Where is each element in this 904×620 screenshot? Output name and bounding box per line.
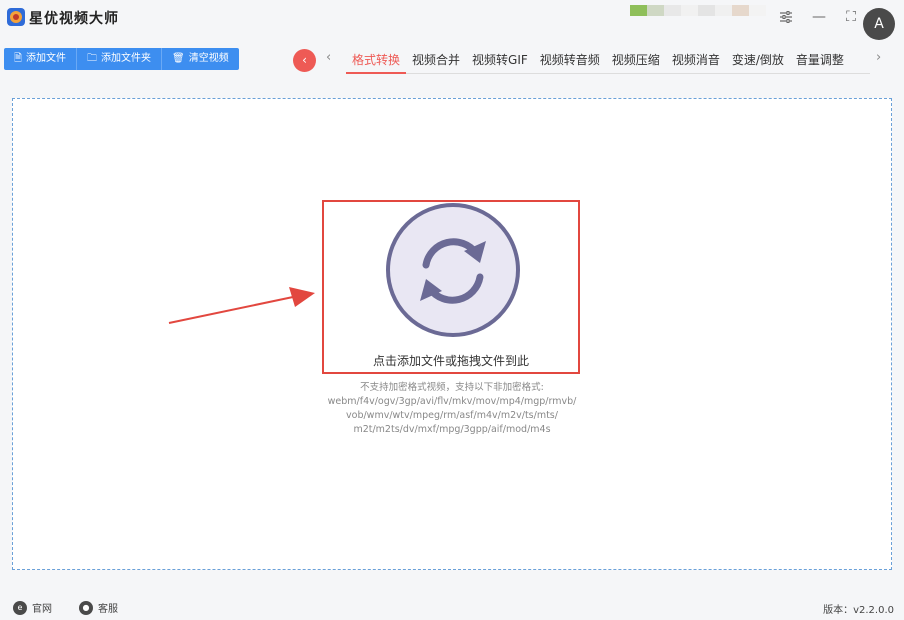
tab-video-merge[interactable]: 视频合并 [406,48,466,74]
convert-icon[interactable] [386,203,520,337]
add-file-button[interactable]: 🗎 添加文件 [4,48,78,70]
back-button[interactable]: ‹ [293,49,316,72]
support-line: 不支持加密格式视频，支持以下非加密格式: [360,382,544,393]
official-site-label: 官网 [32,604,52,615]
file-action-group: 🗎 添加文件 🗀 添加文件夹 🗑 清空视频 [4,48,239,70]
title-bar: 星优视频大师 — ⛶ A [0,0,904,40]
supported-formats-text: 不支持加密格式视频，支持以下非加密格式: webm/f4v/ogv/3gp/av… [310,381,594,437]
maximize-button[interactable]: ⛶ [840,6,862,28]
tab-video-to-audio[interactable]: 视频转音频 [534,48,606,74]
support-line: vob/wmv/wtv/mpeg/rm/asf/m4v/m2v/ts/mts/ [346,410,558,421]
drop-zone-label[interactable]: 点击添加文件或拖拽文件到此 [322,352,580,369]
clear-videos-label: 清空视频 [188,53,229,64]
app-window: 星优视频大师 — ⛶ A 🗎 添加文件 🗀 添加文件夹 🗑 清空视频 ‹ ‹ 格… [0,0,904,620]
tab-scroll-left-icon[interactable]: ‹ [326,50,340,65]
tab-video-mute[interactable]: 视频消音 [666,48,726,74]
chat-icon: ● [79,600,93,615]
tab-format-convert[interactable]: 格式转换 [346,48,407,74]
trash-icon: 🗑 [172,53,185,64]
file-icon: 🗎 [14,53,23,64]
tab-video-compress[interactable]: 视频压缩 [606,48,666,74]
version-label: 版本：v2.2.0.0 [823,605,894,616]
support-line: m2t/m2ts/dv/mxf/mpg/3gpp/aif/mod/m4s [353,424,551,435]
clear-videos-button[interactable]: 🗑 清空视频 [162,48,239,70]
accessibility-button[interactable]: A [863,8,895,40]
account-info[interactable] [630,5,766,27]
customer-service-label: 客服 [98,604,118,615]
browser-icon: e [13,600,27,615]
add-folder-label: 添加文件夹 [101,53,152,64]
minimize-button[interactable]: — [808,6,830,28]
sliders-icon[interactable] [775,6,797,28]
tab-scroll-right-icon[interactable]: › [876,50,890,65]
customer-service-link[interactable]: ● 客服 [79,600,118,615]
tab-speed-reverse[interactable]: 变速/倒放 [726,48,790,74]
official-site-link[interactable]: e 官网 [13,600,52,615]
support-line: webm/f4v/ogv/3gp/avi/flv/mkv/mov/mp4/mgp… [327,396,577,407]
add-file-label: 添加文件 [26,53,67,64]
camera-logo-icon [7,8,25,26]
pointer-arrow-icon [168,287,315,324]
folder-icon: 🗀 [87,53,98,64]
function-tabs: 格式转换 视频合并 视频转GIF 视频转音频 视频压缩 视频消音 变速/倒放 音… [346,48,870,74]
app-title: 星优视频大师 [29,11,119,27]
tab-volume-adjust[interactable]: 音量调整 [790,48,850,74]
status-bar: e 官网 ● 客服 版本：v2.2.0.0 [0,596,904,620]
tab-video-to-gif[interactable]: 视频转GIF [466,48,534,74]
add-folder-button[interactable]: 🗀 添加文件夹 [77,48,163,70]
